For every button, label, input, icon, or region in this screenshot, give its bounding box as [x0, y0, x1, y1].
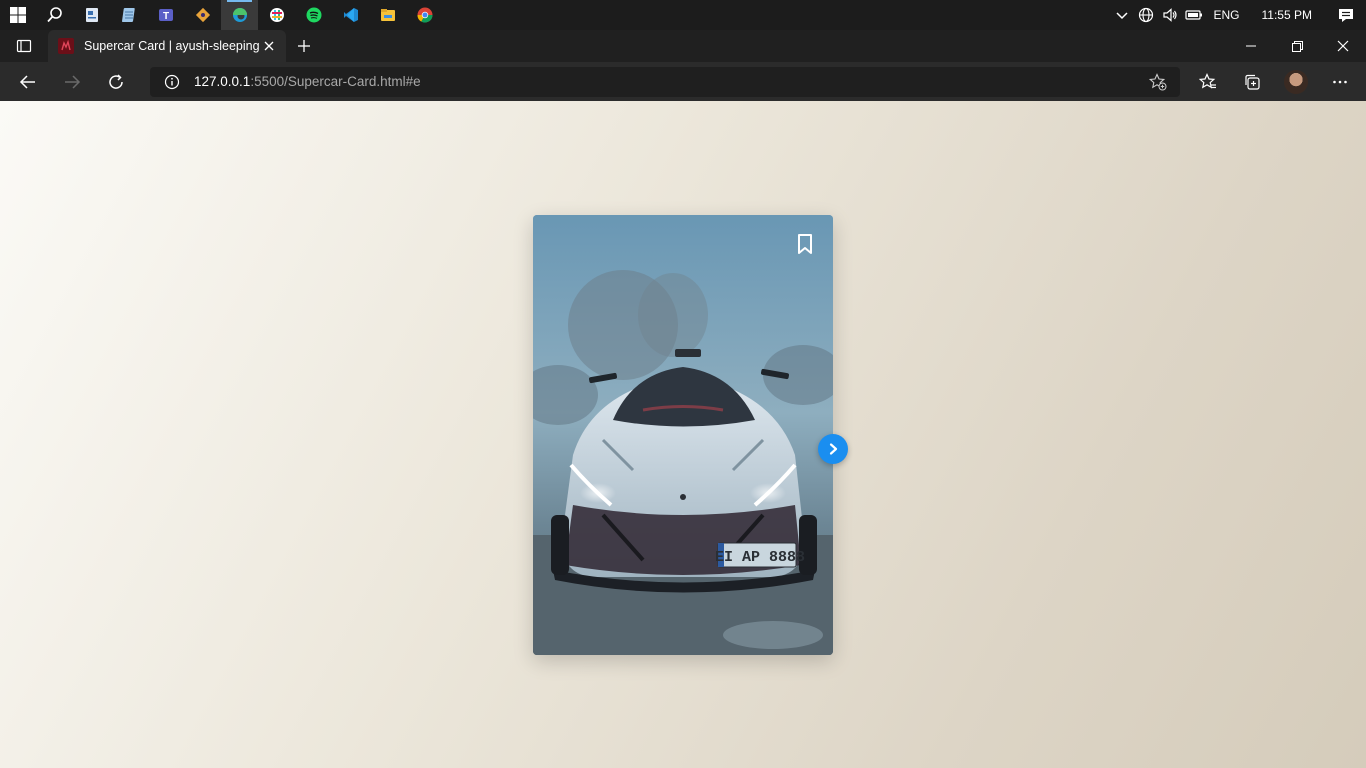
supercar-image: EI AP 8888 — [533, 215, 833, 655]
chevron-right-icon — [829, 443, 838, 455]
page-content: EI AP 8888 — [0, 101, 1366, 768]
show-hidden-icons-button[interactable] — [1110, 0, 1134, 30]
notepad-icon — [121, 8, 135, 22]
close-window-button[interactable] — [1320, 30, 1366, 62]
close-icon — [264, 41, 274, 51]
tab-title: Supercar Card | ayush-sleeping — [84, 39, 260, 53]
notification-icon — [1339, 9, 1353, 22]
browser-tab-bar: Supercar Card | ayush-sleeping — [0, 30, 1366, 62]
file-explorer-icon — [380, 9, 395, 21]
taskbar-spotify[interactable] — [295, 0, 332, 30]
network-globe-icon — [1138, 7, 1153, 23]
windows-start-button[interactable] — [0, 0, 36, 30]
edge-icon — [232, 8, 247, 22]
taskbar-chrome[interactable] — [406, 0, 443, 30]
bookmark-icon — [798, 234, 812, 254]
volume-button[interactable] — [1158, 0, 1182, 30]
spotify-icon — [306, 7, 321, 23]
refresh-button[interactable] — [94, 62, 138, 101]
taskbar: T ENG 11:55 PM — [0, 0, 1366, 30]
minimize-icon — [1246, 45, 1256, 47]
chrome-icon — [416, 7, 433, 23]
restore-button[interactable] — [1274, 30, 1320, 62]
svg-text:T: T — [162, 11, 168, 22]
plus-icon — [298, 40, 310, 52]
slack-icon — [269, 8, 284, 22]
taskbar-notepad[interactable] — [110, 0, 147, 30]
forward-button[interactable] — [50, 62, 94, 101]
browser-tab-active[interactable]: Supercar Card | ayush-sleeping — [48, 30, 286, 62]
info-icon — [164, 74, 180, 89]
speaker-icon — [1162, 8, 1177, 22]
star-add-icon — [1149, 72, 1167, 90]
add-favorite-button[interactable] — [1146, 72, 1170, 91]
bookmark-button[interactable] — [795, 233, 815, 255]
active-app-indicator — [227, 0, 252, 2]
favorites-button[interactable] — [1186, 62, 1230, 101]
taskbar-slack[interactable] — [258, 0, 295, 30]
url-text[interactable]: 127.0.0.1:5500/Supercar-Card.html#e — [194, 74, 1146, 89]
site-favicon — [58, 38, 74, 54]
taskbar-vscode[interactable] — [332, 0, 369, 30]
battery-icon — [1184, 10, 1202, 20]
address-bar[interactable]: 127.0.0.1:5500/Supercar-Card.html#e — [150, 66, 1180, 97]
new-tab-button[interactable] — [286, 30, 322, 62]
taskbar-teams[interactable]: T — [147, 0, 184, 30]
battery-button[interactable] — [1182, 0, 1206, 30]
taskbar-edge[interactable] — [221, 0, 258, 30]
more-horizontal-icon — [1333, 80, 1347, 83]
license-plate-text: EI AP 8888 — [715, 549, 805, 566]
network-button[interactable] — [1134, 0, 1158, 30]
taskbar-git[interactable] — [184, 0, 221, 30]
search-icon — [46, 7, 62, 23]
git-icon — [195, 7, 210, 23]
minimize-button[interactable] — [1228, 30, 1274, 62]
profile-button[interactable] — [1274, 62, 1318, 101]
teams-icon: T — [158, 9, 173, 22]
tab-actions-button[interactable] — [0, 30, 48, 62]
restore-icon — [1291, 40, 1303, 52]
taskbar-search-button[interactable] — [36, 0, 73, 30]
settings-more-button[interactable] — [1318, 62, 1362, 101]
taskbar-file-explorer[interactable] — [369, 0, 406, 30]
browser-toolbar: 127.0.0.1:5500/Supercar-Card.html#e — [0, 62, 1366, 101]
next-slide-button[interactable] — [818, 434, 848, 464]
back-button[interactable] — [6, 62, 50, 101]
windows-logo-icon — [10, 7, 26, 23]
arrow-right-icon — [65, 74, 81, 89]
tab-close-button[interactable] — [260, 37, 278, 55]
system-clock[interactable]: 11:55 PM — [1248, 8, 1326, 22]
avatar — [1284, 69, 1308, 94]
vscode-icon — [343, 8, 358, 22]
url-path: :5500/Supercar-Card.html#e — [250, 74, 421, 89]
favorites-icon — [1199, 72, 1216, 89]
supercar-card[interactable]: EI AP 8888 — [533, 215, 833, 655]
arrow-left-icon — [19, 74, 35, 89]
site-info-button[interactable] — [160, 74, 184, 90]
url-host: 127.0.0.1 — [194, 74, 251, 89]
language-indicator[interactable]: ENG — [1206, 8, 1248, 22]
notes-app-icon — [85, 8, 98, 22]
close-icon — [1337, 40, 1349, 52]
tab-actions-icon — [16, 39, 32, 53]
favicon-icon — [61, 40, 71, 51]
collections-button[interactable] — [1230, 62, 1274, 101]
taskbar-notes-app[interactable] — [73, 0, 110, 30]
chevron-up-icon — [1115, 12, 1128, 20]
collections-icon — [1245, 74, 1260, 90]
action-center-button[interactable] — [1326, 0, 1366, 30]
refresh-icon — [109, 73, 123, 89]
